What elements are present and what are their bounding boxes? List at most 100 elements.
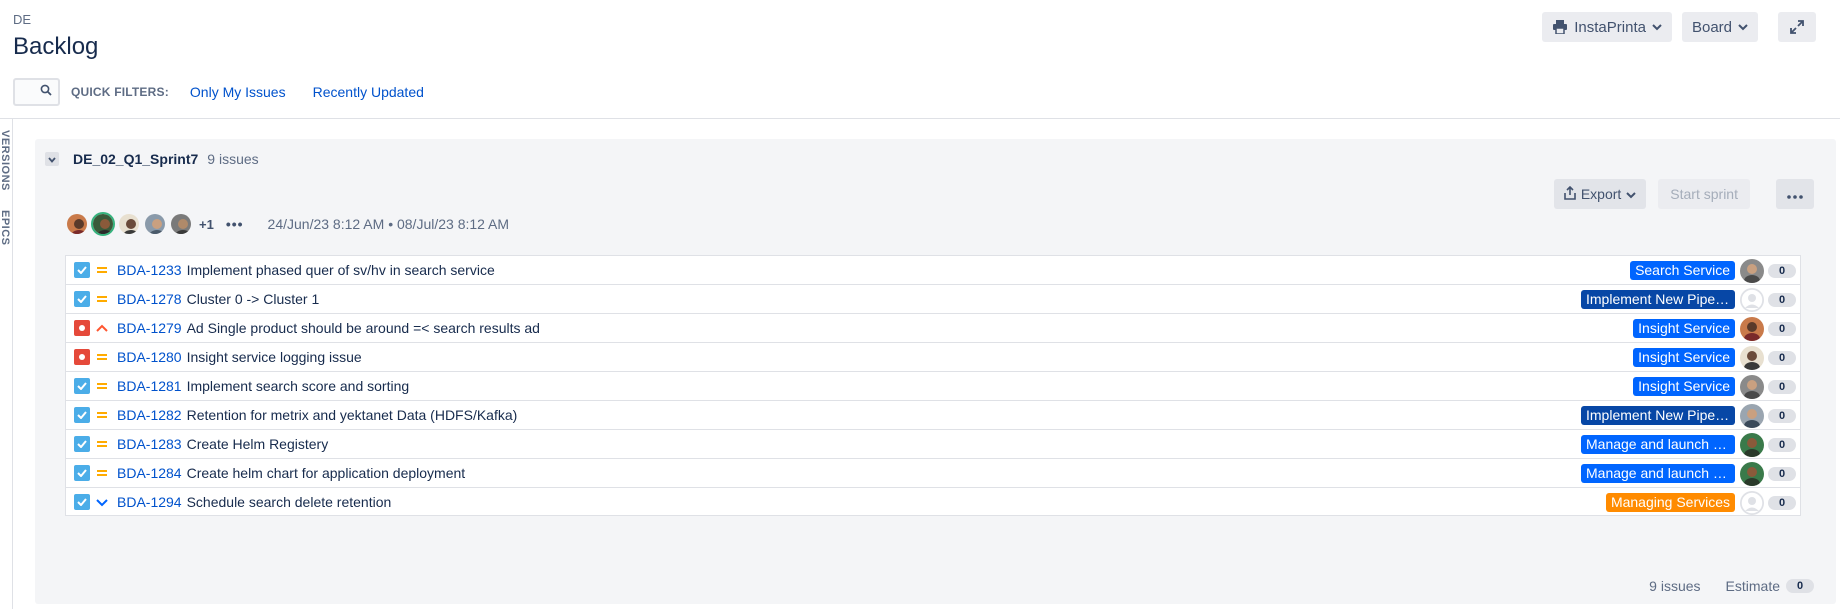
task-checkbox-icon	[74, 493, 90, 510]
avatar[interactable]	[117, 212, 141, 236]
sprint-container: DE_02_Q1_Sprint7 9 issues Export Start s…	[35, 139, 1836, 604]
avatar[interactable]	[91, 212, 115, 236]
bug-icon	[74, 320, 90, 336]
footer-estimate-label: Estimate	[1725, 578, 1780, 594]
issue-meta: Managing Services 0	[1605, 488, 1796, 517]
quick-filter-recently-updated[interactable]: Recently Updated	[313, 84, 424, 100]
avatar[interactable]	[169, 212, 193, 236]
task-checkbox-icon	[74, 407, 90, 423]
issue-row[interactable]: BDA-1294 Schedule search delete retention…	[65, 487, 1801, 516]
sprint-dates: 24/Jun/23 8:12 AM • 08/Jul/23 8:12 AM	[267, 216, 510, 232]
bug-icon	[74, 349, 90, 365]
search-input[interactable]	[13, 78, 60, 106]
priority-medium-icon	[95, 437, 109, 451]
story-points-badge: 0	[1768, 321, 1796, 336]
epic-label[interactable]: Implement New Pipeline	[1581, 406, 1735, 425]
versions-tab[interactable]: VERSIONS	[0, 130, 11, 191]
quick-filter-only-my-issues[interactable]: Only My Issues	[190, 84, 286, 100]
priority-high-icon	[95, 321, 109, 335]
issue-key[interactable]: BDA-1294	[117, 494, 182, 510]
epic-label[interactable]: Insight Service	[1633, 319, 1735, 338]
epic-label[interactable]: Managing Services	[1605, 493, 1735, 512]
export-label: Export	[1580, 186, 1622, 202]
sprint-more-button[interactable]	[1776, 179, 1814, 209]
share-icon	[1564, 185, 1576, 203]
issue-row[interactable]: BDA-1233 Implement phased quer of sv/hv i…	[65, 255, 1801, 284]
issue-key[interactable]: BDA-1233	[117, 262, 182, 278]
view-selector-label: Board	[1691, 18, 1732, 36]
priority-medium-icon	[95, 379, 109, 393]
more-assignees-count[interactable]: +1	[199, 217, 214, 232]
printer-icon	[1552, 20, 1568, 34]
more-actions-icon[interactable]: •••	[226, 216, 244, 232]
issue-meta: Manage and launch Services 0	[1581, 430, 1796, 459]
epic-label[interactable]: Manage and launch Services	[1581, 435, 1735, 454]
epic-label[interactable]: Search Service	[1630, 261, 1735, 280]
issue-row[interactable]: BDA-1283 Create Helm Registery Manage and …	[65, 429, 1801, 458]
header-divider	[0, 118, 1840, 119]
chevron-down-icon	[1652, 23, 1662, 31]
collapse-sprint-toggle[interactable]	[45, 152, 59, 166]
avatar[interactable]	[143, 212, 167, 236]
avatar[interactable]	[1740, 490, 1764, 515]
issue-meta: Implement New Pipeline 0	[1581, 285, 1796, 314]
start-sprint-button[interactable]: Start sprint	[1658, 179, 1750, 209]
epic-label[interactable]: Manage and launch Services	[1581, 464, 1735, 483]
issue-summary: Cluster 0 -> Cluster 1	[186, 291, 320, 307]
issue-row[interactable]: BDA-1279 Ad Single product should be arou…	[65, 313, 1801, 342]
avatar[interactable]	[1740, 461, 1764, 486]
sprint-footer: 9 issues Estimate 0	[1649, 578, 1814, 594]
task-checkbox-icon	[74, 465, 90, 481]
project-key: DE	[13, 12, 32, 27]
export-button[interactable]: Export	[1553, 179, 1647, 209]
avatar[interactable]	[1740, 316, 1764, 341]
sprint-actions: Export Start sprint	[1553, 179, 1814, 209]
issue-key[interactable]: BDA-1281	[117, 378, 182, 394]
issue-row[interactable]: BDA-1284 Create helm chart for applicatio…	[65, 458, 1801, 487]
avatar[interactable]	[1740, 403, 1764, 428]
epic-label[interactable]: Insight Service	[1633, 348, 1735, 367]
issue-key[interactable]: BDA-1283	[117, 436, 182, 452]
epics-tab[interactable]: EPICS	[0, 210, 11, 246]
avatar[interactable]	[1740, 258, 1764, 283]
issue-meta: Search Service 0	[1630, 256, 1796, 285]
avatar[interactable]	[1740, 374, 1764, 399]
story-points-badge: 0	[1768, 495, 1796, 510]
issue-row[interactable]: BDA-1281 Implement search score and sorti…	[65, 371, 1801, 400]
avatar[interactable]	[1740, 345, 1764, 370]
issue-meta: Insight Service 0	[1633, 314, 1796, 343]
issue-key[interactable]: BDA-1279	[117, 320, 182, 336]
chevron-down-icon	[1626, 186, 1637, 202]
search-icon	[40, 83, 52, 101]
epic-label[interactable]: Insight Service	[1633, 377, 1735, 396]
board-selector-label: InstaPrinta	[1574, 18, 1646, 36]
side-rail: VERSIONS EPICS	[0, 118, 13, 609]
priority-low-icon	[95, 495, 109, 509]
issue-key[interactable]: BDA-1282	[117, 407, 182, 423]
task-checkbox-icon	[74, 291, 90, 307]
issue-row[interactable]: BDA-1282 Retention for metrix and yektane…	[65, 400, 1801, 429]
quick-filters-bar: QUICK FILTERS: Only My Issues Recently U…	[13, 78, 424, 106]
task-checkbox-icon	[74, 262, 90, 278]
epic-label[interactable]: Implement New Pipeline	[1581, 290, 1735, 309]
chevron-down-icon	[48, 150, 56, 168]
story-points-badge: 0	[1768, 350, 1796, 365]
issue-row[interactable]: BDA-1280 Insight service logging issue Ins…	[65, 342, 1801, 371]
view-selector-button[interactable]: Board	[1681, 12, 1758, 42]
avatar[interactable]	[1740, 287, 1764, 312]
issue-key[interactable]: BDA-1278	[117, 291, 182, 307]
avatar[interactable]	[1740, 432, 1764, 457]
story-points-badge: 0	[1768, 466, 1796, 481]
issue-meta: Insight Service 0	[1633, 372, 1796, 401]
issue-key[interactable]: BDA-1280	[117, 349, 182, 365]
issue-summary: Implement phased quer of sv/hv in search…	[186, 262, 495, 278]
top-actions: InstaPrinta Board	[1542, 12, 1816, 42]
issue-key[interactable]: BDA-1284	[117, 465, 182, 481]
fullscreen-button[interactable]	[1778, 12, 1816, 42]
sprint-header: DE_02_Q1_Sprint7 9 issues	[45, 151, 259, 167]
avatar[interactable]	[65, 212, 89, 236]
issue-list: BDA-1233 Implement phased quer of sv/hv i…	[65, 255, 1801, 516]
issue-row[interactable]: BDA-1278 Cluster 0 -> Cluster 1 Implement …	[65, 284, 1801, 313]
board-selector-button[interactable]: InstaPrinta	[1542, 12, 1672, 42]
task-checkbox-icon	[74, 378, 90, 394]
